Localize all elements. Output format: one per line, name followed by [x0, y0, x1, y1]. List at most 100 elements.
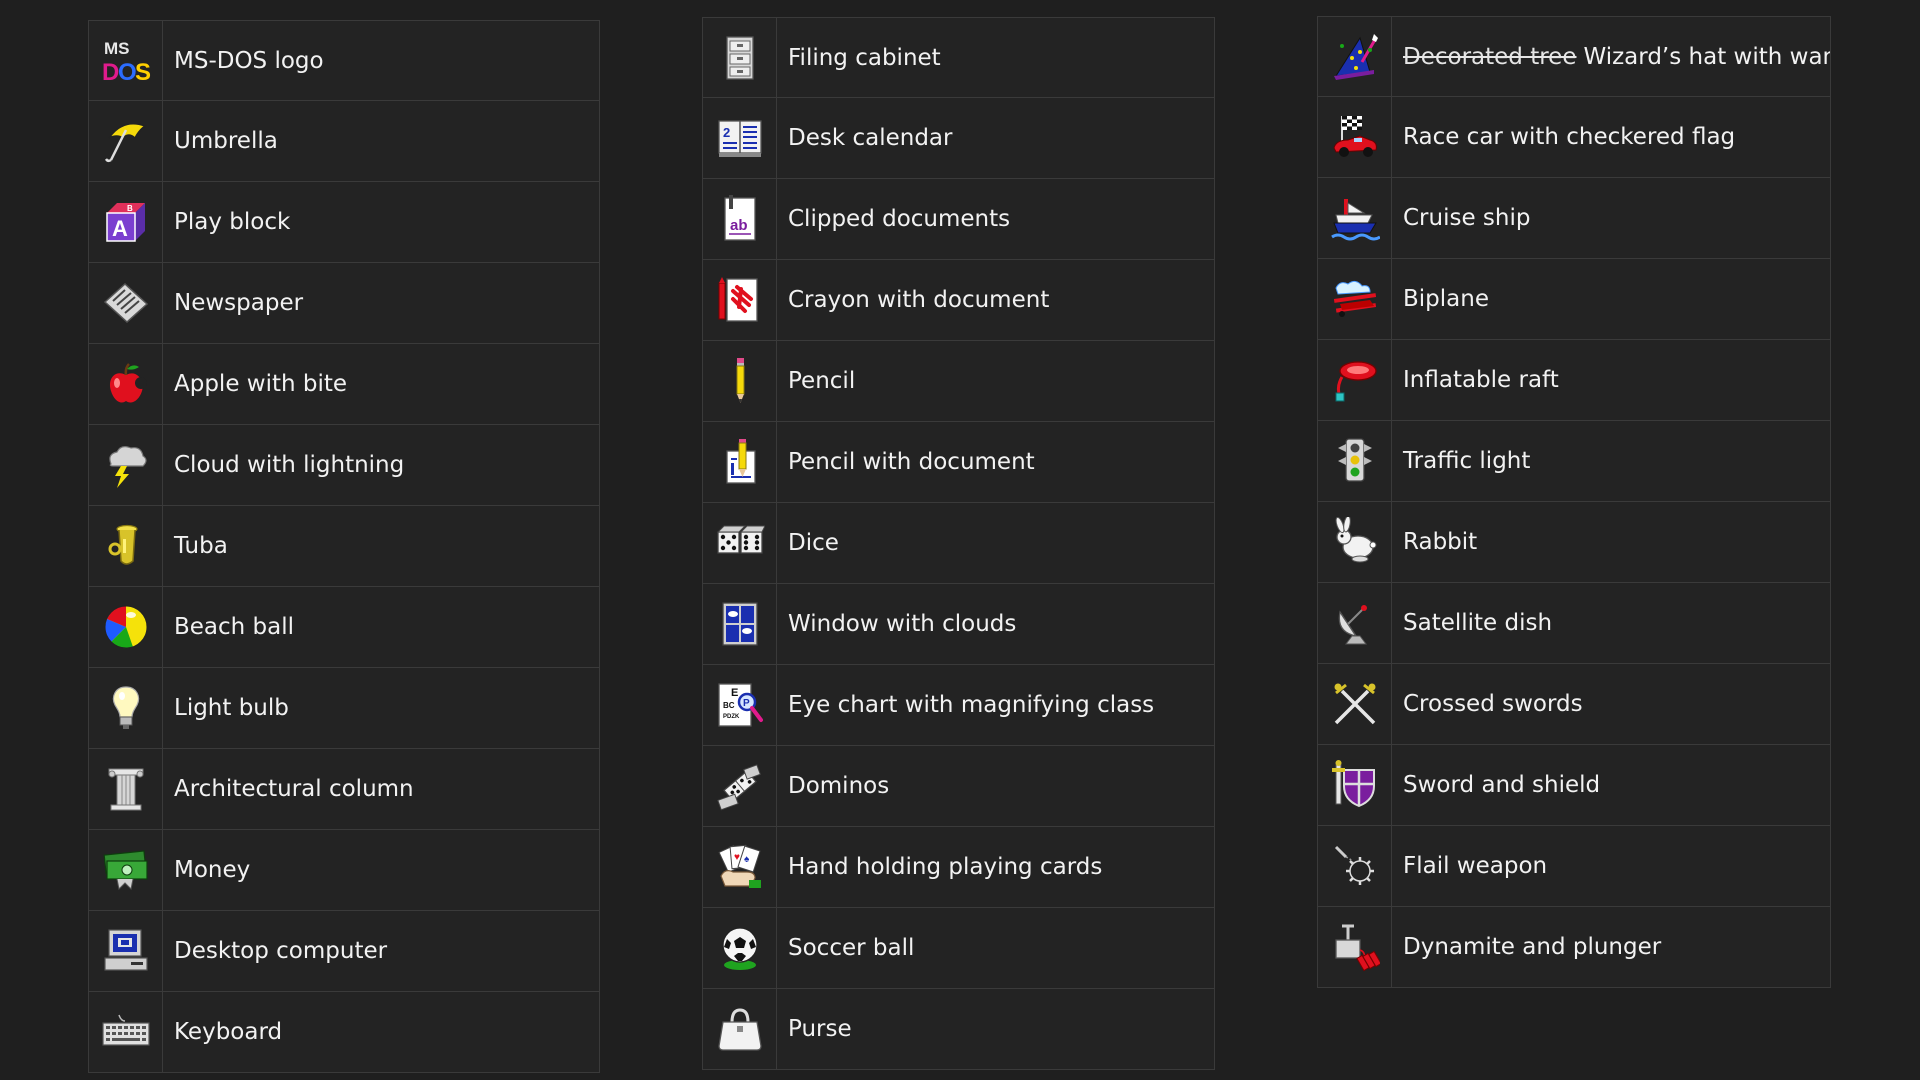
- item-label: Keyboard: [174, 1019, 283, 1045]
- list-item: Sword and shield: [1317, 745, 1831, 826]
- biplane-icon: [1333, 280, 1376, 317]
- item-label: Flail weapon: [1403, 853, 1548, 879]
- item-label: Biplane: [1403, 286, 1489, 312]
- item-label: Apple with bite: [174, 371, 348, 397]
- clipped-documents-icon: ab: [723, 195, 756, 241]
- item-label: Window with clouds: [788, 611, 1017, 637]
- list-item: Inflatable raft: [1317, 340, 1831, 421]
- icon-column-2: Filing cabinet 2 Desk calendar ab Clippe…: [702, 17, 1215, 1070]
- inflatable-raft-icon: [1335, 361, 1377, 402]
- svg-text:MS: MS: [104, 39, 130, 58]
- list-item: Flail weapon: [1317, 826, 1831, 907]
- item-label: MS-DOS logo: [174, 47, 324, 74]
- playing-cards-icon: ♥ ♠: [717, 844, 761, 888]
- item-label: Race car with checkered flag: [1403, 124, 1736, 150]
- list-item: ab Clipped documents: [702, 179, 1215, 260]
- soccer-ball-icon: [721, 927, 758, 970]
- list-item: Apple with bite: [88, 344, 600, 425]
- item-label: Dominos: [788, 773, 890, 799]
- icon-column-3: Decorated tree Wizard’s hat with wand Ra…: [1317, 16, 1831, 988]
- item-label: Cloud with lightning: [174, 452, 405, 478]
- newspaper-icon: [103, 282, 148, 324]
- list-item: Cruise ship: [1317, 178, 1831, 259]
- money-icon: [103, 850, 148, 891]
- rabbit-icon: [1335, 517, 1376, 563]
- item-label: Beach ball: [174, 614, 295, 640]
- svg-text:ab: ab: [730, 217, 748, 234]
- list-item: Filing cabinet: [702, 17, 1215, 98]
- list-item: E BC PDZK P Eye chart with magnifying cl…: [702, 665, 1215, 746]
- list-item: Desktop computer: [88, 911, 600, 992]
- item-label: Eye chart with magnifying class: [788, 692, 1155, 718]
- list-item: Decorated tree Wizard’s hat with wand: [1317, 16, 1831, 97]
- item-label: Filing cabinet: [788, 44, 941, 71]
- item-label: Pencil: [788, 368, 856, 394]
- umbrella-icon: [104, 123, 147, 163]
- apple-icon: [109, 363, 147, 403]
- list-item: Crayon with document: [702, 260, 1215, 341]
- svg-text:2: 2: [723, 125, 730, 140]
- item-label: Clipped documents: [788, 206, 1011, 232]
- desk-calendar-icon: 2: [717, 120, 762, 157]
- list-item: Rabbit: [1317, 502, 1831, 583]
- purse-icon: [717, 1008, 762, 1051]
- wizard-hat-icon: [1333, 33, 1378, 80]
- list-item: Soccer ball: [702, 908, 1215, 989]
- list-item: Purse: [702, 989, 1215, 1070]
- item-label: Crayon with document: [788, 287, 1050, 313]
- item-label: Newspaper: [174, 290, 304, 316]
- list-item: Beach ball: [88, 587, 600, 668]
- svg-text:B: B: [127, 204, 133, 213]
- list-item: Pencil: [702, 341, 1215, 422]
- item-label: Crossed swords: [1403, 691, 1583, 717]
- satellite-dish-icon: [1338, 605, 1367, 645]
- play-block-icon: A B: [105, 203, 145, 242]
- item-label: Umbrella: [174, 128, 278, 154]
- item-label: Sword and shield: [1403, 772, 1601, 798]
- list-item: Crossed swords: [1317, 664, 1831, 745]
- race-car-icon: [1332, 116, 1377, 157]
- list-item: MS D O S MS-DOS logo: [88, 20, 600, 101]
- svg-text:P: P: [743, 698, 750, 709]
- item-label: Money: [174, 857, 251, 883]
- sword-shield-icon: [1331, 760, 1375, 808]
- list-item: Money: [88, 830, 600, 911]
- svg-text:S: S: [135, 59, 151, 86]
- item-label: Light bulb: [174, 695, 289, 721]
- item-label: Dynamite and plunger: [1403, 934, 1662, 960]
- item-label: Hand holding playing cards: [788, 854, 1103, 880]
- list-item: Light bulb: [88, 668, 600, 749]
- list-item: Biplane: [1317, 259, 1831, 340]
- flail-icon: [1334, 845, 1374, 885]
- svg-text:♥: ♥: [734, 852, 740, 863]
- list-item: 2 Desk calendar: [702, 98, 1215, 179]
- keyboard-icon: [101, 1014, 150, 1046]
- beach-ball-icon: [104, 605, 147, 649]
- item-label: Decorated tree Wizard’s hat with wand: [1392, 17, 1830, 96]
- item-label-text: Wizard’s hat with wand: [1583, 43, 1830, 70]
- item-label: Satellite dish: [1403, 610, 1553, 636]
- item-label: Inflatable raft: [1403, 367, 1559, 393]
- svg-text:BC: BC: [723, 701, 735, 710]
- list-item: Keyboard: [88, 992, 600, 1073]
- item-label: Desktop computer: [174, 938, 388, 964]
- crossed-swords-icon: [1334, 683, 1375, 725]
- column-icon: [108, 768, 143, 811]
- dynamite-icon: [1334, 924, 1380, 972]
- eye-chart-icon: E BC PDZK P: [717, 683, 763, 727]
- pencil-icon: [736, 358, 744, 403]
- svg-text:D: D: [102, 59, 119, 86]
- dice-icon: [716, 525, 765, 554]
- list-item: Dice: [702, 503, 1215, 584]
- tuba-icon: [108, 524, 138, 565]
- item-label: Traffic light: [1403, 448, 1531, 474]
- item-label: Pencil with document: [788, 449, 1035, 475]
- item-label: Play block: [174, 209, 291, 235]
- struck-label: Decorated tree: [1403, 43, 1577, 70]
- traffic-light-icon: [1337, 438, 1372, 482]
- item-label: Soccer ball: [788, 935, 915, 961]
- msdos-logo-icon: MS D O S: [102, 39, 151, 86]
- list-item: Dominos: [702, 746, 1215, 827]
- item-label: Rabbit: [1403, 529, 1478, 555]
- icon-column-1: MS D O S MS-DOS logo Umbrella A B Play b…: [88, 20, 600, 1073]
